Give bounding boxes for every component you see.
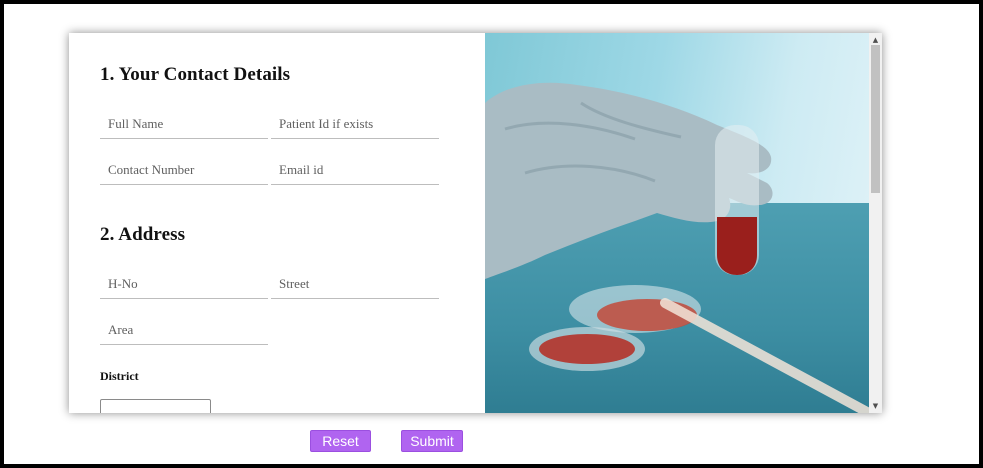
patient-id-field[interactable] [271, 99, 439, 139]
form-pane: 1. Your Contact Details 2. Address Distr… [69, 33, 485, 413]
address-heading: 2. Address [100, 224, 186, 245]
reset-button[interactable]: Reset [310, 430, 371, 452]
scroll-thumb[interactable] [871, 45, 880, 193]
contact-details-heading: 1. Your Contact Details [100, 64, 291, 85]
contact-number-field[interactable] [100, 145, 268, 185]
form-card: 1. Your Contact Details 2. Address Distr… [69, 33, 882, 413]
lab-photo [485, 33, 869, 413]
scroll-down-icon[interactable]: ▼ [869, 400, 882, 412]
email-field[interactable] [271, 145, 439, 185]
district-label: District [100, 369, 139, 383]
submit-button[interactable]: Submit [401, 430, 463, 452]
hno-field[interactable] [100, 259, 268, 299]
pipette [660, 298, 869, 413]
area-field[interactable] [100, 305, 268, 345]
lab-photo-illustration [485, 82, 869, 413]
test-tube-liquid [717, 217, 757, 275]
scrollbar[interactable]: ▲ ▼ [869, 33, 882, 413]
street-field[interactable] [271, 259, 439, 299]
district-select[interactable] [100, 399, 211, 413]
full-name-field[interactable] [100, 99, 268, 139]
